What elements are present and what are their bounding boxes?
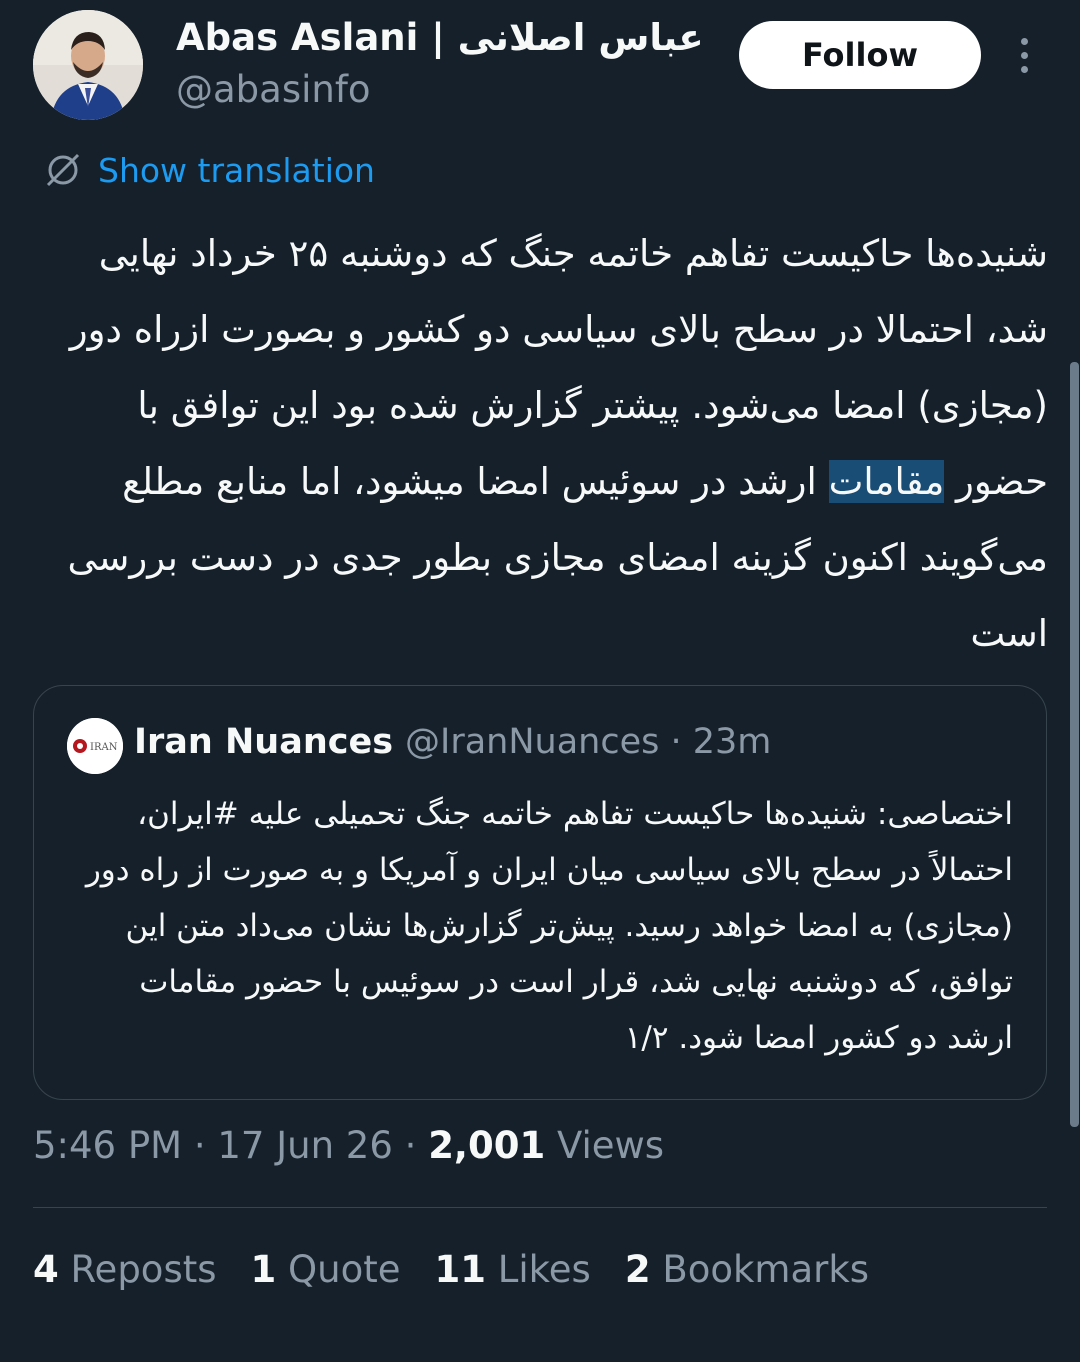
reposts-label: Reposts [70,1248,217,1291]
quoted-tweet[interactable]: IRAN Iran Nuances @IranNuances · 23m اخت… [33,685,1047,1100]
translate-off-icon [46,153,80,187]
likes-count: 11 [434,1248,487,1291]
scrollbar[interactable] [1070,362,1079,1127]
views-count: 2,001 [428,1124,546,1167]
tweet-stats: 4 Reposts 1 Quote 11 Likes 2 Bookmarks [33,1248,869,1291]
likes-stat[interactable]: 11 Likes [435,1248,591,1291]
likes-label: Likes [497,1248,591,1291]
more-vertical-icon[interactable] [1010,36,1040,76]
divider [33,1207,1047,1208]
quote-avatar-text: IRAN [90,742,118,753]
author-name[interactable]: Abas Aslani | عباس اصلانی [176,16,704,59]
tweet-header: Abas Aslani | عباس اصلانی @abasinfo Foll… [0,0,1080,140]
author-handle[interactable]: @abasinfo [176,68,371,111]
show-translation-link[interactable]: Show translation [44,148,375,192]
quotes-label: Quote [288,1248,401,1291]
quotes-stat[interactable]: 1 Quote [251,1248,401,1291]
tweet-highlighted-word[interactable]: مقامات [828,460,945,503]
tweet-date[interactable]: 17 Jun 26 [217,1124,393,1167]
views-label: Views [557,1124,665,1167]
bookmarks-stat[interactable]: 2 Bookmarks [625,1248,869,1291]
reposts-count: 4 [33,1248,59,1291]
tweet-meta: 5:46 PM · 17 Jun 26 · 2,001 Views [33,1124,665,1167]
bookmarks-count: 2 [624,1248,651,1291]
quotes-count: 1 [250,1248,277,1291]
author-avatar[interactable] [33,10,143,120]
tweet-body: شنیده‌ها حاکیست تفاهم خاتمه جنگ که دوشنب… [38,216,1048,672]
quote-handle-time[interactable]: @IranNuances · 23m [405,722,771,762]
quote-text: اختصاصی: شنیده‌ها حاکیست تفاهم خاتمه جنگ… [85,796,1013,1056]
tweet-time[interactable]: 5:46 PM [33,1124,182,1167]
bookmarks-label: Bookmarks [662,1248,870,1291]
reposts-stat[interactable]: 4 Reposts [33,1248,217,1291]
follow-button[interactable]: Follow [739,21,981,89]
quote-avatar[interactable]: IRAN [67,718,123,774]
quote-author-name[interactable]: Iran Nuances [134,722,393,762]
show-translation-label: Show translation [98,150,375,190]
